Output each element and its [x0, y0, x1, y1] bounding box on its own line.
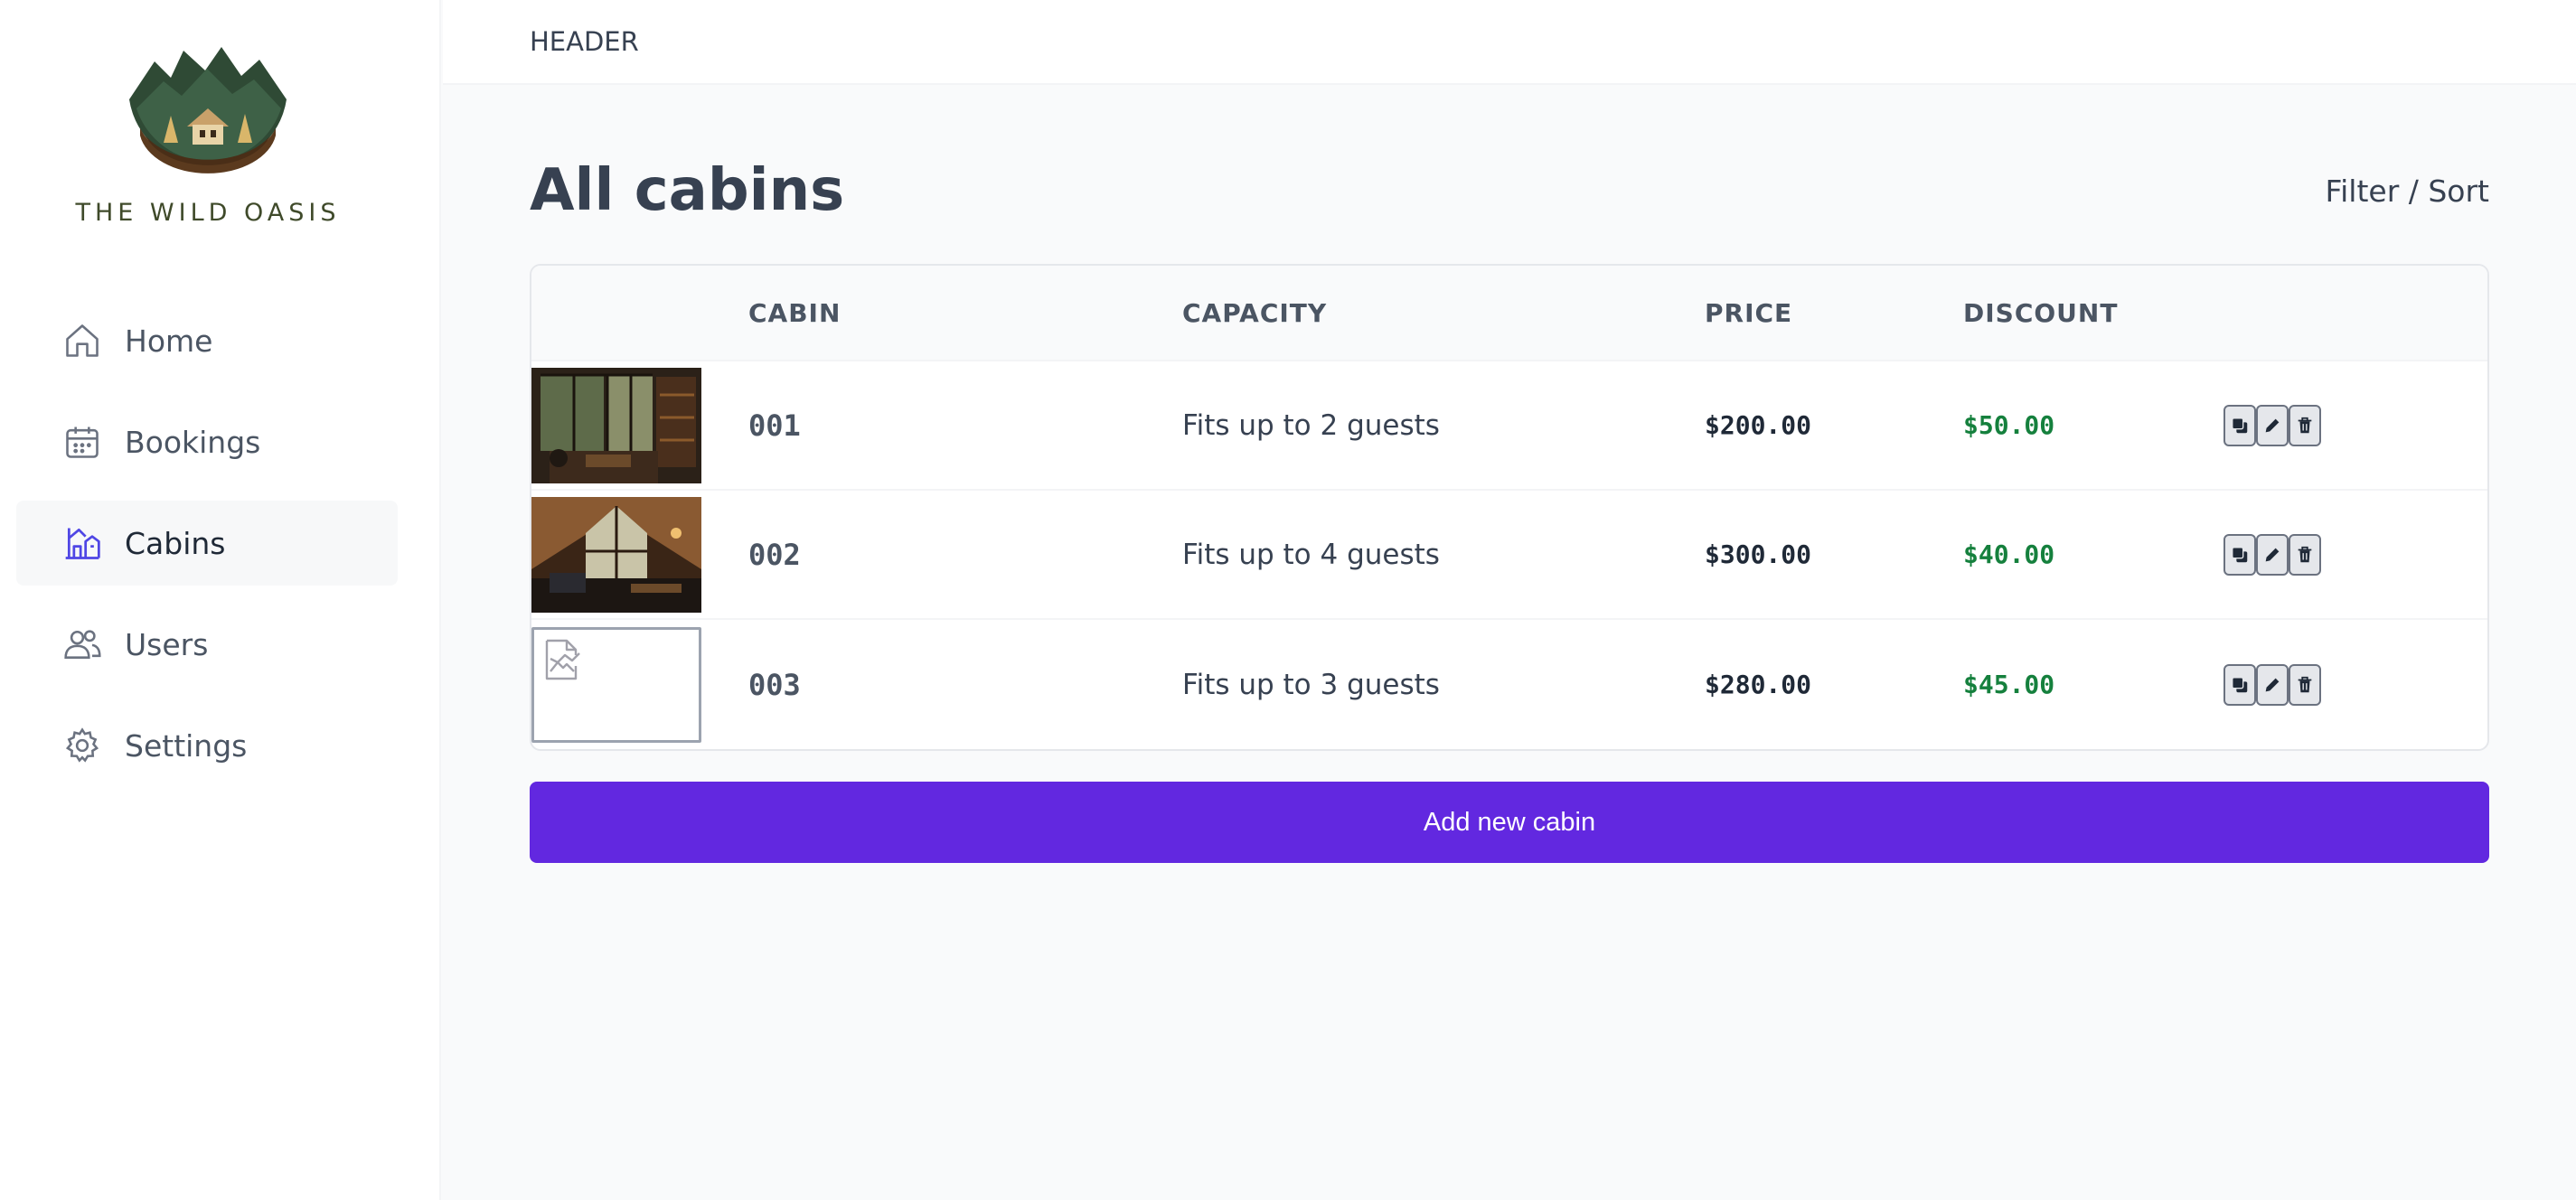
users-icon: [61, 623, 103, 665]
table-row: 003 Fits up to 3 guests $280.00 $45.00: [531, 620, 2487, 749]
sidebar-item-label: Cabins: [125, 525, 226, 561]
page-title: All cabins: [530, 157, 845, 224]
sidebar-nav: Home Bookings Cabins Users Settings: [16, 298, 398, 804]
pencil-icon: [2265, 418, 2280, 432]
copy-icon: [2232, 676, 2248, 692]
cabin-price: $280.00: [1705, 670, 1812, 699]
trash-icon: [2298, 676, 2312, 692]
sidebar-item-label: Bookings: [125, 424, 261, 460]
trash-icon: [2298, 417, 2312, 433]
row-actions: [2223, 663, 2487, 706]
copy-icon: [2232, 546, 2248, 562]
sidebar-item-cabins[interactable]: Cabins: [16, 501, 398, 586]
cabin-photo: [531, 496, 701, 613]
edit-button[interactable]: [2256, 533, 2289, 576]
cabin-icon: [61, 522, 103, 564]
duplicate-button[interactable]: [2223, 533, 2256, 576]
cabin-name: 003: [748, 667, 801, 702]
filter-sort-control[interactable]: Filter / Sort: [2326, 173, 2489, 209]
cabin-name: 002: [748, 537, 801, 572]
header-title: HEADER: [530, 26, 639, 57]
sidebar: THE WILD OASIS Home Bookings Cabins User…: [0, 0, 441, 1200]
column-header-discount: DISCOUNT: [1963, 297, 2119, 328]
gear-icon: [61, 725, 103, 766]
column-header-cabin: CABIN: [748, 297, 841, 328]
cabin-discount: $40.00: [1963, 539, 2055, 569]
top-header: HEADER: [443, 0, 2576, 85]
home-icon: [61, 320, 103, 361]
sidebar-item-label: Home: [125, 323, 213, 359]
row-actions: [2223, 533, 2487, 576]
cabins-table: CABIN CAPACITY PRICE DISCOUNT 001 Fits u…: [530, 264, 2489, 751]
sidebar-item-label: Settings: [125, 727, 248, 764]
table-header: CABIN CAPACITY PRICE DISCOUNT: [531, 266, 2487, 361]
cabin-capacity: Fits up to 2 guests: [1182, 408, 1440, 442]
sidebar-item-home[interactable]: Home: [16, 298, 398, 383]
broken-image-icon: [545, 639, 580, 680]
cabin-photo: [531, 367, 701, 483]
edit-button[interactable]: [2256, 663, 2289, 706]
sidebar-item-bookings[interactable]: Bookings: [16, 399, 398, 484]
column-header-capacity: CAPACITY: [1182, 297, 1328, 328]
sidebar-item-settings[interactable]: Settings: [16, 703, 398, 788]
pencil-icon: [2265, 678, 2280, 691]
cabin-price: $300.00: [1705, 539, 1812, 569]
pencil-icon: [2265, 548, 2280, 561]
broken-image: [531, 626, 701, 743]
copy-icon: [2232, 417, 2248, 433]
logo-image: [129, 47, 287, 173]
add-cabin-button[interactable]: Add new cabin: [530, 782, 2489, 863]
calendar-icon: [61, 421, 103, 463]
delete-button[interactable]: [2289, 533, 2321, 576]
row-actions: [2223, 404, 2487, 446]
cabin-name: 001: [748, 408, 801, 443]
title-row: All cabins Filter / Sort: [530, 157, 2489, 224]
main-content: All cabins Filter / Sort CABIN CAPACITY …: [530, 85, 2489, 863]
cabin-capacity: Fits up to 3 guests: [1182, 668, 1440, 701]
cabin-price: $200.00: [1705, 410, 1812, 440]
logo-text: THE WILD OASIS: [75, 199, 341, 227]
cabin-discount: $45.00: [1963, 670, 2055, 699]
duplicate-button[interactable]: [2223, 404, 2256, 446]
trash-icon: [2298, 546, 2312, 562]
edit-button[interactable]: [2256, 404, 2289, 446]
table-row: 002 Fits up to 4 guests $300.00 $40.00: [531, 491, 2487, 620]
cabin-capacity: Fits up to 4 guests: [1182, 538, 1440, 571]
table-row: 001 Fits up to 2 guests $200.00 $50.00: [531, 361, 2487, 491]
sidebar-item-label: Users: [125, 626, 209, 662]
delete-button[interactable]: [2289, 404, 2321, 446]
delete-button[interactable]: [2289, 663, 2321, 706]
sidebar-item-users[interactable]: Users: [16, 602, 398, 687]
column-header-price: PRICE: [1705, 297, 1793, 328]
logo: THE WILD OASIS: [0, 45, 416, 227]
cabin-discount: $50.00: [1963, 410, 2055, 440]
duplicate-button[interactable]: [2223, 663, 2256, 706]
